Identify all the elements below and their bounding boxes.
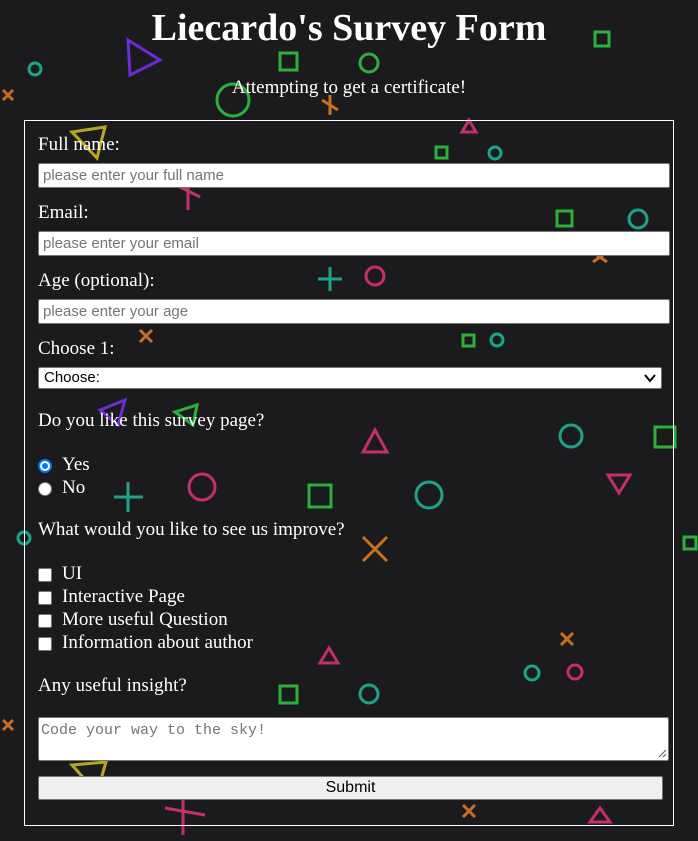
- survey-form: Full name: Email: Age (optional): Choose…: [24, 120, 674, 826]
- radio-yes[interactable]: [38, 459, 52, 473]
- submit-button[interactable]: Submit: [38, 776, 663, 800]
- radio-no[interactable]: [38, 482, 52, 496]
- insight-label: Any useful insight?: [38, 675, 187, 696]
- checkbox-interactive-page[interactable]: [38, 591, 52, 605]
- age-input[interactable]: [38, 299, 670, 324]
- checkbox-ui-label: UI: [62, 563, 83, 584]
- insight-textarea[interactable]: [38, 717, 669, 761]
- checkbox-useful-question-label: More useful Question: [62, 609, 228, 630]
- checkbox-useful-question[interactable]: [38, 614, 52, 628]
- dropdown-label: Choose 1:: [38, 338, 115, 359]
- radio-yes-label: Yes: [62, 454, 90, 475]
- email-input[interactable]: [38, 231, 670, 256]
- checkbox-interactive-page-label: Interactive Page: [62, 586, 185, 607]
- like-question: Do you like this survey page?: [38, 410, 265, 431]
- page-content: Liecardo's Survey Form Attempting to get…: [0, 0, 698, 841]
- page-title: Liecardo's Survey Form: [151, 7, 547, 49]
- email-label: Email:: [38, 202, 89, 223]
- resize-grip-icon[interactable]: [657, 748, 667, 758]
- radio-no-label: No: [62, 477, 86, 498]
- full-name-input[interactable]: [38, 163, 670, 188]
- improve-question: What would you like to see us improve?: [38, 519, 345, 540]
- name-label: Full name:: [38, 134, 120, 155]
- choose-dropdown[interactable]: Choose:: [38, 367, 662, 389]
- age-label: Age (optional):: [38, 270, 155, 291]
- checkbox-author-info-label: Information about author: [62, 632, 254, 653]
- dropdown-selected-value: Choose:: [44, 369, 100, 386]
- page-description: Attempting to get a certificate!: [231, 77, 467, 98]
- chevron-down-icon: [644, 374, 656, 383]
- checkbox-ui[interactable]: [38, 568, 52, 582]
- checkbox-author-info[interactable]: [38, 637, 52, 651]
